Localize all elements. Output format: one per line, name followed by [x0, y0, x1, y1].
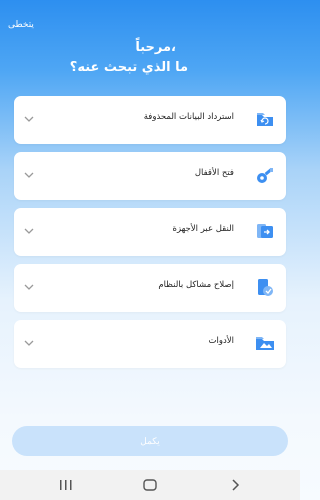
- chevron-down-icon: [24, 172, 34, 178]
- option-label: إصلاح مشاكل بالنظام: [158, 280, 234, 290]
- option-card-device-transfer[interactable]: النقل عبر الأجهزة: [14, 208, 286, 256]
- key-icon: [257, 167, 273, 183]
- option-label: الأدوات: [208, 336, 234, 346]
- system-repair-icon: [258, 279, 273, 296]
- option-label: فتح الأقفال: [194, 168, 234, 178]
- chevron-down-icon: [24, 116, 34, 122]
- option-card-recover-data[interactable]: استرداد البيانات المحذوفة: [14, 96, 286, 144]
- back-icon[interactable]: [228, 478, 242, 492]
- device-transfer-icon: [257, 224, 273, 238]
- home-icon[interactable]: [142, 478, 158, 492]
- chevron-down-icon: [24, 228, 34, 234]
- welcome-line-1: مرحباً،: [135, 40, 176, 55]
- skip-button[interactable]: يتخطى: [8, 20, 34, 30]
- tools-folder-icon: [256, 337, 274, 350]
- system-nav-bar: [0, 470, 300, 500]
- option-card-system-repair[interactable]: إصلاح مشاكل بالنظام: [14, 264, 286, 312]
- option-card-tools[interactable]: الأدوات: [14, 320, 286, 368]
- recents-icon[interactable]: [58, 478, 74, 492]
- continue-button[interactable]: يكمل: [12, 426, 288, 456]
- welcome-line-2: ما الذي تبحث عنه؟: [69, 60, 188, 75]
- option-label: استرداد البيانات المحذوفة: [143, 112, 234, 122]
- option-card-unlock[interactable]: فتح الأقفال: [14, 152, 286, 200]
- chevron-down-icon: [24, 284, 34, 290]
- option-label: النقل عبر الأجهزة: [172, 224, 234, 234]
- chevron-down-icon: [24, 340, 34, 346]
- recycle-folder-icon: [257, 113, 273, 126]
